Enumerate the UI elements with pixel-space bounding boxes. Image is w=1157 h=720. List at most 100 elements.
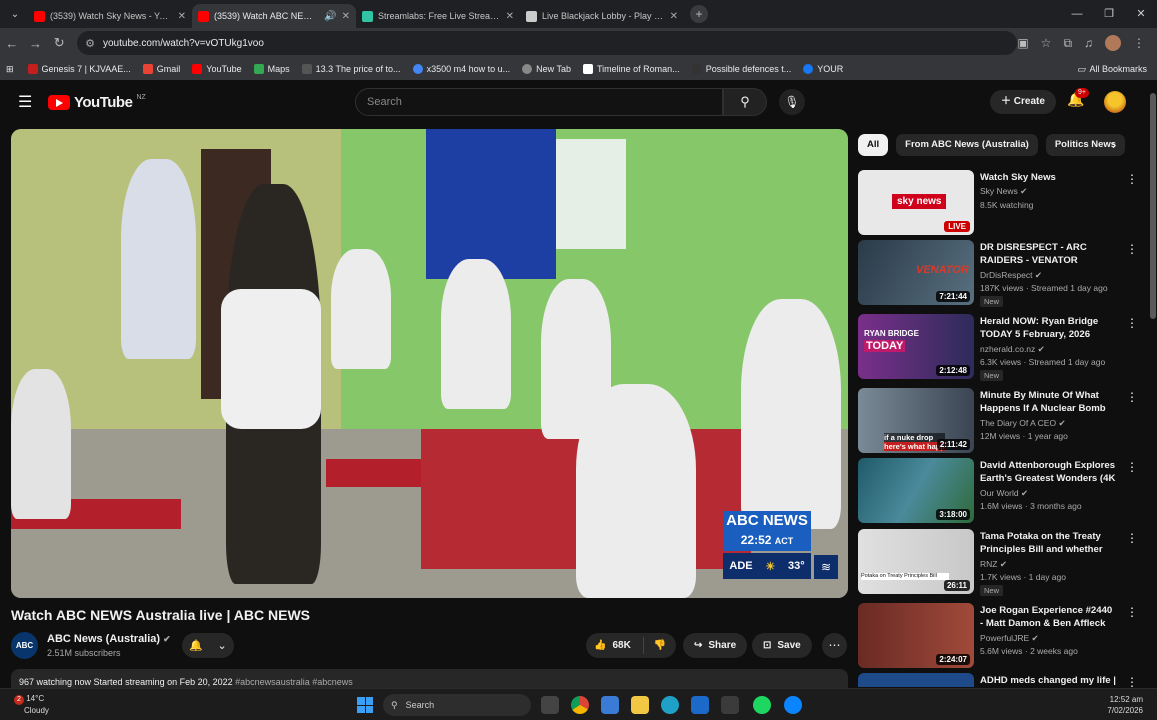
account-avatar[interactable] (1104, 91, 1126, 113)
channel-name[interactable]: ABC News (Australia) ✔ (47, 633, 171, 645)
like-button[interactable]: 👍 68K (586, 637, 644, 654)
new-tab-button[interactable]: + (690, 5, 708, 23)
microphone-icon[interactable]: 🎙 (779, 89, 805, 115)
bookmark-item[interactable]: x3500 m4 how to u... (412, 64, 510, 74)
recommendation-item[interactable]: RYAN BRIDGE TODAY 2:12:48 Herald NOW: Rya… (858, 314, 1142, 382)
video-thumbnail[interactable]: RYAN BRIDGE TODAY 2:12:48 (858, 314, 974, 379)
verified-icon: ✔ (1020, 186, 1028, 196)
recommendation-item[interactable]: 3:18:00 David Attenborough Explores Eart… (858, 458, 1142, 526)
share-button[interactable]: ↪ Share (683, 633, 748, 658)
spotify-icon[interactable] (753, 696, 771, 714)
search-icon[interactable]: ⚲ (723, 88, 767, 116)
task-view-icon[interactable] (541, 696, 559, 714)
forward-icon[interactable]: → (24, 36, 48, 51)
more-vert-icon[interactable]: ⋮ (1126, 390, 1138, 404)
video-thumbnail[interactable] (858, 673, 974, 687)
recommendation-item[interactable]: 2:24:07 Joe Rogan Experience #2440 - Mat… (858, 603, 1142, 671)
video-thumbnail[interactable]: 2:24:07 (858, 603, 974, 668)
browser-tab[interactable]: (3539) Watch Sky News - YouTube ✕ (28, 4, 192, 28)
guide-menu-icon[interactable]: ☰ (18, 92, 34, 112)
tab-close-icon[interactable]: ✕ (342, 11, 350, 22)
bookmark-item[interactable]: Genesis 7 | KJVAAE... (27, 64, 131, 74)
description-tags[interactable]: #abcnewsaustralia #abcnews (235, 677, 353, 687)
menu-icon[interactable]: ⋮ (1133, 36, 1145, 50)
bookmark-item[interactable]: Possible defences t... (691, 64, 791, 74)
messenger-icon[interactable] (784, 696, 802, 714)
more-vert-icon[interactable]: ⋮ (1126, 172, 1138, 186)
browser-tab[interactable]: Live Blackjack Lobby - Play Evo ✕ (520, 4, 684, 28)
bookmark-item[interactable]: Timeline of Roman... (582, 64, 680, 74)
chevron-right-icon[interactable]: › (1112, 138, 1116, 152)
recommendation-item[interactable]: if a nuke drop here's what happ 2:11:42 M… (858, 388, 1142, 456)
chip-all[interactable]: All (858, 134, 889, 156)
minimize-icon[interactable]: — (1061, 0, 1093, 28)
more-vert-icon[interactable]: ⋮ (1126, 460, 1138, 474)
more-vert-icon[interactable]: ⋮ (1126, 531, 1138, 545)
verified-icon: ✔ (1020, 488, 1029, 498)
tab-search-icon[interactable]: ⌄ (2, 3, 28, 25)
media-icon[interactable]: ♫ (1084, 36, 1093, 50)
subscription-bell-button[interactable]: 🔔 ⌄ (182, 633, 234, 658)
bookmark-item[interactable]: Maps (253, 64, 290, 74)
taskbar-search[interactable]: ⚲ Search (383, 694, 531, 716)
youtube-logo[interactable]: YouTube NZ (48, 94, 146, 111)
video-thumbnail[interactable]: 3:18:00 (858, 458, 974, 523)
cast-icon[interactable]: ▣ (1017, 36, 1028, 50)
video-thumbnail[interactable]: Potaka on Treaty Principles Bill 26:11 (858, 529, 974, 594)
video-thumbnail[interactable]: sky news LIVE (858, 170, 974, 235)
tab-close-icon[interactable]: ✕ (178, 11, 186, 22)
gmail-icon (142, 64, 153, 74)
more-vert-icon[interactable]: ⋮ (1126, 242, 1138, 256)
profile-avatar[interactable] (1105, 35, 1122, 51)
outlook-icon[interactable] (691, 696, 709, 714)
browser-tab[interactable]: Streamlabs: Free Live Streaming ✕ (356, 4, 520, 28)
video-thumbnail[interactable]: VENATOR 7:21:44 (858, 240, 974, 305)
more-vert-icon[interactable]: ⋮ (1126, 316, 1138, 330)
tab-close-icon[interactable]: ✕ (670, 11, 678, 22)
system-clock[interactable]: 12:52 am 7/02/2026 (1107, 694, 1143, 716)
reload-icon[interactable]: ↻ (47, 35, 71, 51)
site-info-icon[interactable]: ⚙ (85, 37, 95, 50)
more-vert-icon[interactable]: ⋮ (1126, 605, 1138, 619)
tab-close-icon[interactable]: ✕ (506, 11, 514, 22)
save-button[interactable]: ⊡ Save (752, 633, 812, 658)
bookmark-star-icon[interactable]: ☆ (1041, 36, 1052, 50)
apps-icon[interactable]: ⊞ (6, 64, 14, 75)
search-input[interactable]: Search (355, 88, 723, 116)
recommendation-item[interactable]: VENATOR 7:21:44 DR DISRESPECT - ARC RAID… (858, 240, 1142, 308)
recommendation-item[interactable]: Potaka on Treaty Principles Bill 26:11 T… (858, 529, 1142, 597)
recommendation-item[interactable]: ADHD meds changed my life | ⋮ (858, 673, 1142, 687)
extensions-icon[interactable]: ⧉ (1063, 36, 1072, 51)
create-button[interactable]: ＋ Create (990, 90, 1056, 114)
recommendation-item[interactable]: sky news LIVE Watch Sky News Sky News ✔ … (858, 170, 1142, 238)
dislike-button[interactable]: 👎 (644, 640, 676, 651)
tab-audio-icon[interactable]: 🔊 (324, 11, 336, 22)
related-chips: All From ABC News (Australia) Politics N… (858, 134, 1138, 158)
app-icon[interactable] (601, 696, 619, 714)
more-vert-icon[interactable]: ⋮ (1126, 675, 1138, 687)
browser-tab-active[interactable]: (3539) Watch ABC NEWS Australia 🔊 ✕ (192, 4, 356, 28)
store-icon[interactable] (721, 696, 739, 714)
file-explorer-icon[interactable] (631, 696, 649, 714)
bookmark-item[interactable]: YOUR (803, 64, 843, 74)
more-actions-icon[interactable]: ⋯ (822, 633, 847, 658)
video-player[interactable]: ABC NEWS 22:52 ACT ADE ☀ 33° ≋ (11, 129, 848, 598)
notifications-icon[interactable]: 🔔 9+ (1067, 88, 1089, 108)
address-bar[interactable]: ⚙ youtube.com/watch?v=vOTUkg1voo (77, 31, 1018, 55)
chip-from-channel[interactable]: From ABC News (Australia) (896, 134, 1038, 156)
all-bookmarks[interactable]: ▭ All Bookmarks (1077, 64, 1147, 75)
chrome-icon[interactable] (571, 696, 589, 714)
video-thumbnail[interactable]: if a nuke drop here's what happ 2:11:42 (858, 388, 974, 453)
bookmark-item[interactable]: Gmail (142, 64, 180, 74)
edge-icon[interactable] (661, 696, 679, 714)
windows-start-icon[interactable] (357, 697, 373, 713)
weather-widget[interactable]: 2 14°C Cloudy (14, 693, 49, 716)
back-icon[interactable]: ← (0, 36, 24, 51)
bookmark-item[interactable]: YouTube (192, 64, 242, 74)
scrollbar-thumb[interactable] (1150, 93, 1156, 319)
channel-avatar[interactable]: ABC (11, 632, 38, 659)
bookmark-item[interactable]: 13.3 The price of to... (301, 64, 401, 74)
bookmark-item[interactable]: New Tab (522, 64, 571, 74)
close-window-icon[interactable]: ✕ (1125, 0, 1157, 28)
maximize-icon[interactable]: ❐ (1093, 0, 1125, 28)
